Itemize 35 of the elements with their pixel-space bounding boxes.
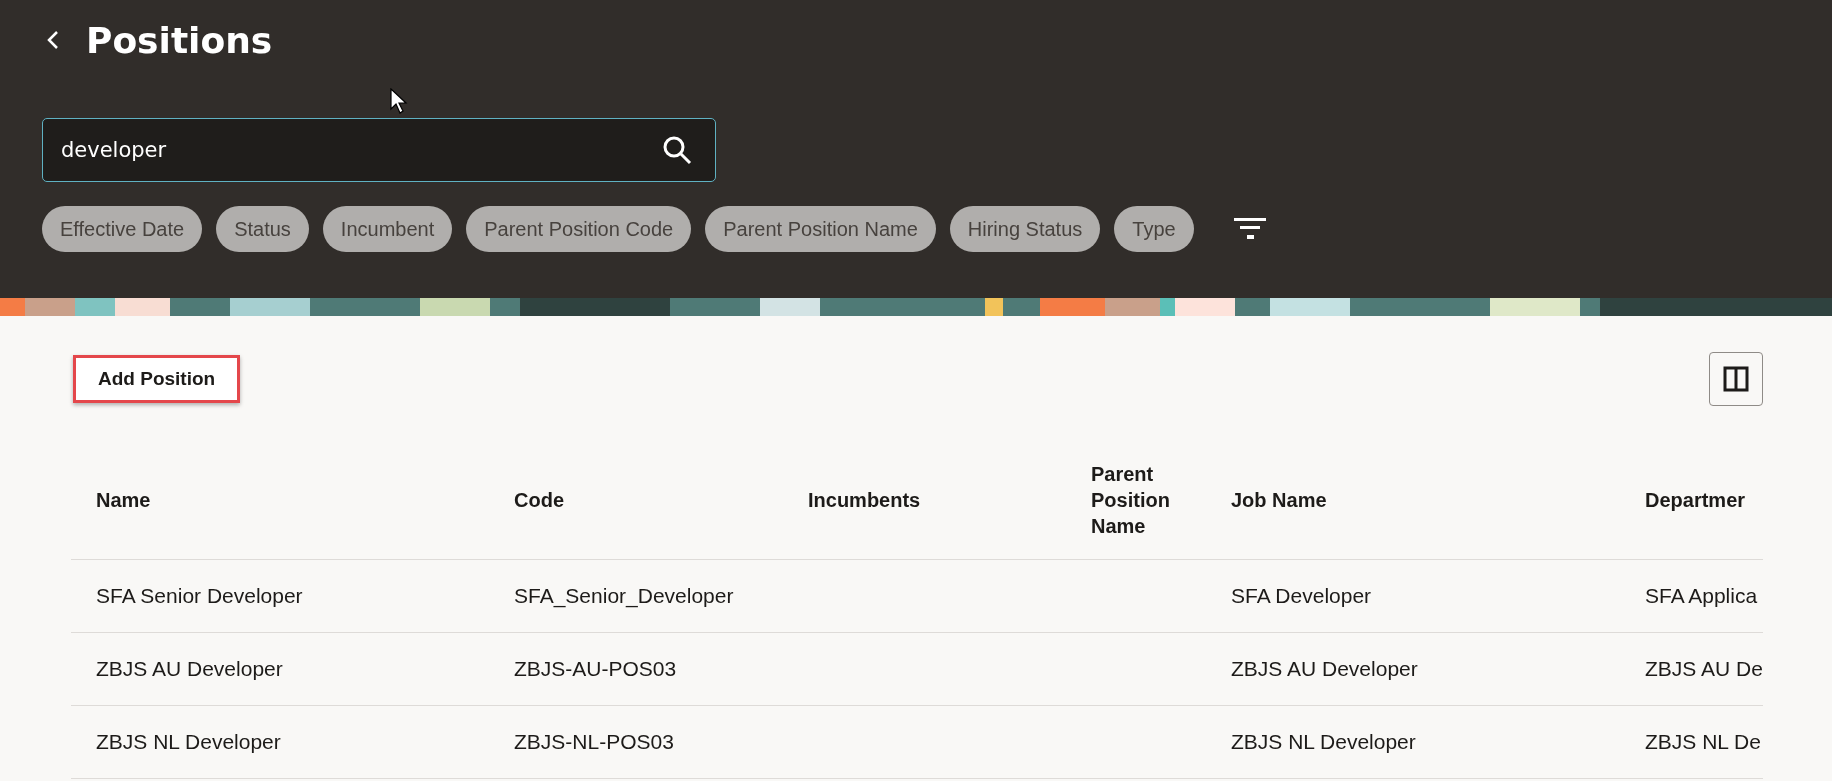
column-header[interactable]: Name: [96, 487, 514, 513]
mouse-pointer-icon: [390, 88, 408, 114]
add-position-button[interactable]: Add Position: [73, 354, 241, 403]
filter-button[interactable]: [1233, 218, 1266, 240]
search-field[interactable]: developer: [42, 118, 716, 182]
column-header[interactable]: Incumbents: [808, 487, 1091, 513]
table-cell-text: ZBJS AU Developer: [1231, 657, 1419, 681]
filter-chip[interactable]: Status: [216, 206, 309, 252]
filter-chip[interactable]: Incumbent: [322, 206, 453, 252]
page-title: Positions: [86, 19, 273, 61]
column-header[interactable]: Job Name: [1231, 487, 1645, 513]
table-cell: ZBJS AU De: [1645, 657, 1763, 681]
table-cell-text: ZBJS-NL-POS03: [514, 730, 675, 754]
filter-chip[interactable]: Hiring Status: [949, 206, 1101, 252]
filter-chip[interactable]: Parent Position Code: [466, 206, 692, 252]
table-cell-text: ZBJS AU Developer: [96, 657, 284, 681]
table-cell-text: SFA Senior Developer: [96, 584, 304, 608]
table-cell-text: ZBJS NL De: [1645, 730, 1762, 754]
filter-icon: [1233, 218, 1266, 240]
column-header[interactable]: Parent Position Name: [1091, 461, 1191, 539]
search-icon[interactable]: [662, 135, 692, 165]
filter-chip[interactable]: Effective Date: [42, 206, 203, 252]
column-header[interactable]: Code: [514, 487, 808, 513]
filter-chip[interactable]: Type: [1114, 206, 1194, 252]
filter-chip[interactable]: Parent Position Name: [705, 206, 936, 252]
table-cell-text: SFA Applica: [1645, 584, 1759, 608]
table-cell-text: ZBJS NL Developer: [96, 730, 282, 754]
columns-icon: [1723, 365, 1749, 392]
back-chevron-icon: [47, 30, 59, 50]
column-layout-button[interactable]: [1709, 351, 1763, 406]
table-cell-text: ZBJS NL Developer: [1231, 730, 1417, 754]
table-cell-text: ZBJS-AU-POS03: [514, 657, 678, 681]
table-cell-text: SFA_Senior_Developer: [514, 584, 735, 608]
column-header[interactable]: Departmer: [1645, 487, 1763, 513]
table-cell-text: SFA Developer: [1231, 584, 1373, 608]
